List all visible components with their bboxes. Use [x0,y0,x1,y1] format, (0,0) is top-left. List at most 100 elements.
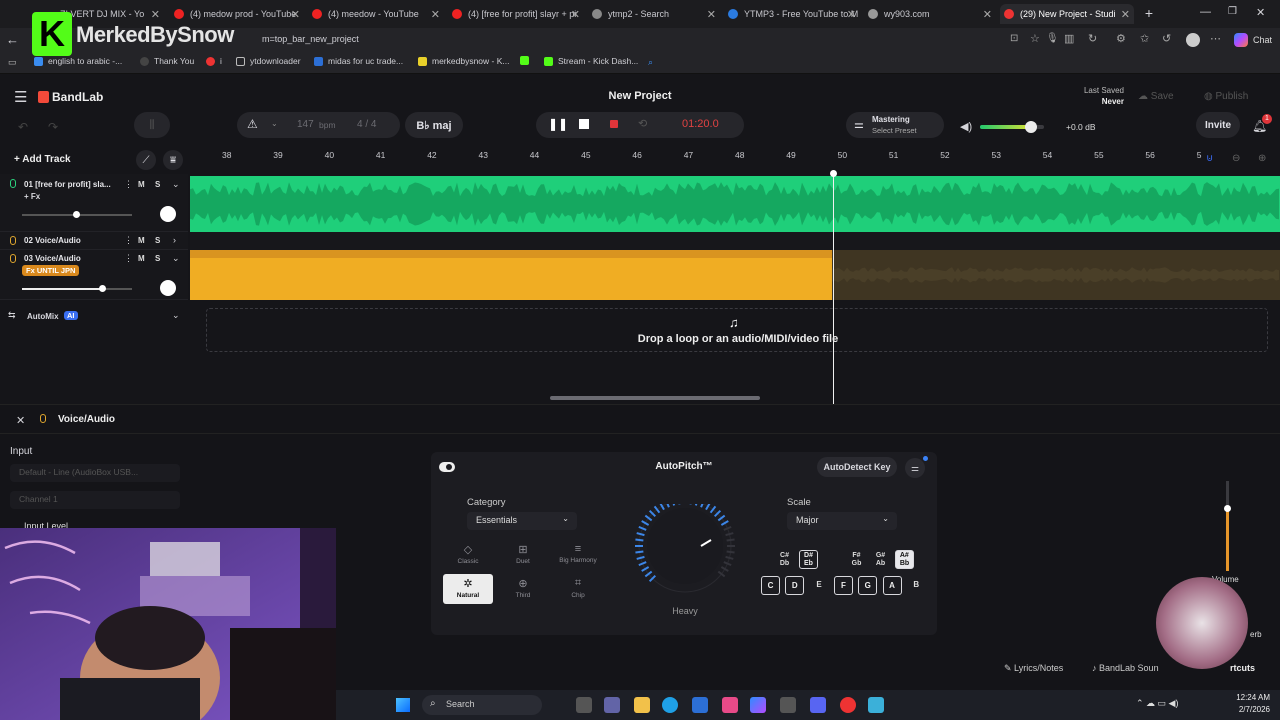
file-explorer-icon[interactable] [634,697,650,713]
chevron-right-icon[interactable]: › [173,235,176,245]
back-icon[interactable]: ← [6,32,19,47]
copilot-icon[interactable] [750,697,766,713]
chrome-icon[interactable] [840,697,856,713]
more-menu-icon[interactable]: ⋯ [1210,32,1221,45]
settings-sliders-icon[interactable]: ⚌ [905,458,925,478]
profile-avatar[interactable] [1186,33,1200,47]
scale-key-natural[interactable]: D [785,576,805,595]
browser-tab[interactable]: (4) [free for profit] slayr + pi ✕ [448,4,584,24]
mastering-button[interactable]: ⚌ Mastering Select Preset [846,112,944,138]
scale-key-natural[interactable]: B [907,580,926,589]
time-signature[interactable]: 4 / 4 [357,119,376,130]
style-option-third[interactable]: ⊕ Third [498,574,548,604]
discord-icon[interactable] [810,697,826,713]
mute-button[interactable]: M [138,180,145,189]
chevron-down-icon[interactable]: ⌄ [172,253,180,264]
track-settings-button[interactable]: ⩸ [163,150,183,170]
browser-tab-active[interactable]: (29) New Project - Studi ✕ [1000,4,1134,24]
project-title[interactable]: New Project [570,90,710,102]
copilot-icon[interactable] [1234,33,1248,47]
track-name[interactable]: 01 [free for profit] sla... [24,180,111,189]
key-selector[interactable]: B♭ maj [405,112,463,138]
chat-label[interactable]: Chat [1253,35,1272,45]
solo-button[interactable]: S [155,254,160,263]
app-icon[interactable]: ⊡ [1010,33,1018,44]
style-option-duet[interactable]: ⊞ Duet [498,540,548,570]
master-volume-handle[interactable] [1025,121,1038,133]
track-control-01[interactable]: 01 [free for profit] sla... M S ⋮ ⌄ + Fx [0,174,188,232]
drop-zone[interactable]: ♫ Drop a loop or an audio/MIDI/video fil… [206,308,1268,352]
chevron-down-icon[interactable]: ⌄ [172,179,180,190]
autodetect-key-button[interactable]: AutoDetect Key [817,457,897,477]
scale-key-natural[interactable]: C [761,576,780,595]
master-volume-slider[interactable] [980,121,1044,133]
favorites-icon[interactable]: ✩ [1140,32,1149,45]
horizontal-scrollbar[interactable] [550,396,760,400]
microphone-icon[interactable]: 🎙 [1046,33,1059,44]
taskbar-search[interactable]: ⌕ Search [422,695,542,715]
track-control-02[interactable]: 02 Voice/Audio ⋮ M S › [0,232,188,250]
close-icon[interactable]: ✕ [571,8,580,21]
scale-key-sharp[interactable]: F# Gb [847,550,866,569]
close-icon[interactable]: ✕ [431,8,440,21]
chevron-down-icon[interactable]: ⌄ [271,119,278,128]
scale-key-natural[interactable]: G [858,576,878,595]
input-device-select[interactable]: Default - Line (AudioBox USB... [10,464,180,482]
scale-key-sharp[interactable]: C# Db [775,550,794,569]
audio-region-01[interactable] [190,176,1280,232]
style-option-natural[interactable]: ✲ Natural [443,574,493,604]
redo-icon[interactable]: ↷ [48,120,58,134]
bandlab-sounds-button[interactable]: ♪ BandLab Soun [1092,663,1159,673]
close-icon[interactable]: ✕ [847,8,856,21]
channel-select[interactable]: Channel 1 [10,491,180,509]
shortcuts-button[interactable]: rtcuts [1230,663,1255,673]
recording-region-03[interactable] [190,250,832,300]
publish-button[interactable]: ◍ Publish [1204,91,1248,102]
close-icon[interactable]: ✕ [16,414,25,427]
bookmark-item[interactable]: merkedbysnow - K... [418,56,509,66]
browser-tab[interactable]: YTMP3 - Free YouTube to M ✕ [724,4,860,24]
snap-magnet-icon[interactable]: ⊍ [1206,153,1213,164]
zoom-out-icon[interactable]: ⊖ [1232,153,1240,164]
playhead-handle[interactable] [830,170,837,177]
scale-key-natural[interactable]: E [810,580,829,589]
style-option-big-harmony[interactable]: ≡ Big Harmony [553,540,603,570]
close-icon[interactable]: ✕ [983,8,992,21]
solo-button[interactable]: S [155,236,160,245]
bookmark-item[interactable] [520,56,534,65]
playhead[interactable] [833,172,834,404]
scale-key-sharp[interactable]: A# Bb [895,550,914,569]
mute-button[interactable]: M [138,254,145,263]
volume-fader-handle[interactable] [1224,505,1231,512]
browser-tab[interactable]: (4) meedow - YouTube ✕ [308,4,444,24]
scale-key-sharp[interactable]: D# Eb [799,550,818,569]
style-option-classic[interactable]: ◇ Classic [443,540,493,570]
close-icon[interactable]: ✕ [291,8,300,21]
tempo-value[interactable]: 147 [297,119,314,130]
pan-knob[interactable] [160,206,176,222]
menu-icon[interactable]: ☰ [14,88,27,106]
scale-key-natural[interactable]: A [882,576,902,595]
loop-icon[interactable]: ⟲ [638,117,647,130]
track-name[interactable]: 03 Voice/Audio [24,254,81,263]
zoom-in-icon[interactable]: ⊕ [1258,153,1266,164]
mute-button[interactable]: M [138,236,145,245]
save-button[interactable]: ☁ Save [1138,91,1174,102]
fx-button[interactable]: + Fx [24,192,40,201]
pitch-strength-knob[interactable]: Heavy [631,496,739,616]
metronome-icon[interactable]: ⚠ [247,117,258,131]
split-screen-icon[interactable]: ▥ [1064,32,1074,45]
empty-lane-02[interactable] [190,232,1280,250]
maximize-icon[interactable]: ❐ [1228,6,1237,17]
favorite-star-icon[interactable]: ☆ [1030,32,1040,45]
track-volume-handle[interactable] [99,285,106,292]
fx-chip[interactable]: Fx UNTIL JPN [22,265,80,276]
scale-key-sharp[interactable]: G# Ab [871,550,890,569]
edge-icon[interactable] [662,697,678,713]
style-option-chip[interactable]: ⌗ Chip [553,574,603,604]
track-name[interactable]: 02 Voice/Audio [24,236,81,245]
clock-time[interactable]: 12:24 AM [1210,693,1270,702]
category-select[interactable]: Essentials ⌄ [467,512,577,530]
new-tab-icon[interactable]: + [1142,5,1156,21]
chevron-down-icon[interactable]: ⌄ [172,310,180,321]
